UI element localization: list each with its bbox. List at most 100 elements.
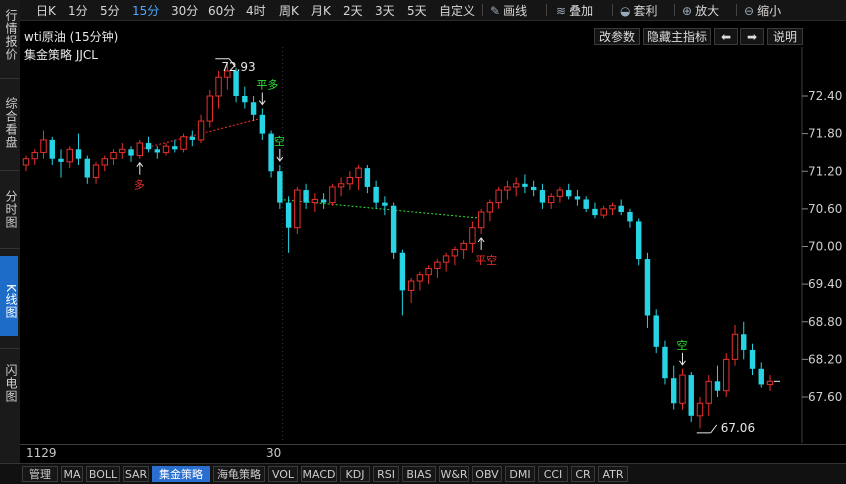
period-week[interactable]: 周K [279, 2, 299, 19]
candle-body [749, 349, 756, 369]
price-tick-label: 72.40 [808, 89, 842, 103]
candle-body [679, 374, 686, 404]
indicator-tab[interactable]: CR [571, 466, 595, 482]
candle-body [477, 211, 485, 229]
period-15min[interactable]: 15分 [132, 2, 159, 19]
candle-body [574, 196, 581, 200]
period-toolbar: 日K 1分 5分 15分 30分 60分 4时 周K 月K 2天 3天 5天 自… [20, 0, 846, 21]
period-30min[interactable]: 30分 [171, 2, 198, 19]
price-tick-label: 68.80 [808, 315, 842, 329]
period-60min[interactable]: 60分 [208, 2, 235, 19]
candle-body [31, 151, 38, 160]
indicator-tab[interactable]: RSI [373, 466, 399, 482]
candle-body [22, 158, 30, 166]
sidebar-item-kline[interactable]: K线图 [0, 256, 18, 336]
arbitrage-button[interactable]: ◒ 套利 [620, 2, 658, 19]
arbitrage-label: 套利 [633, 4, 658, 18]
candle-body [101, 158, 108, 166]
time-axis: 1129 30 [20, 444, 846, 463]
prev-indicator-button[interactable]: ⬅ [714, 28, 738, 45]
period-5day[interactable]: 5天 [407, 2, 427, 19]
indicator-tab[interactable]: BIAS [402, 466, 436, 482]
candle-body [189, 136, 196, 140]
candle-body [136, 142, 144, 157]
candle-body [522, 183, 528, 187]
candle-body [556, 189, 564, 197]
indicator-tab[interactable]: W&R [439, 466, 469, 482]
indicator-tab[interactable]: 集金策略 [152, 466, 210, 482]
help-button[interactable]: 说明 [767, 28, 803, 45]
indicator-tab[interactable]: KDJ [340, 466, 370, 482]
candle-body [303, 190, 309, 203]
toolbar-divider [546, 4, 547, 16]
indicator-tab[interactable]: DMI [505, 466, 535, 482]
time-label-start: 1129 [26, 446, 57, 460]
candle-body [364, 168, 371, 187]
candle-body [197, 120, 205, 141]
candle-body [242, 96, 248, 103]
candle-body [355, 167, 362, 179]
period-month[interactable]: 月K [311, 2, 331, 19]
candle-body [407, 280, 415, 291]
extreme-price-label: 72.93 [221, 60, 255, 74]
candle-body [399, 252, 406, 291]
indicator-tab[interactable]: 海龟策略 [213, 466, 265, 482]
indicator-tab[interactable]: CCI [538, 466, 568, 482]
time-label-day: 30 [266, 446, 282, 460]
candle-body [723, 358, 730, 392]
bag-icon: ◒ [620, 4, 631, 18]
next-indicator-button[interactable]: ➡ [740, 28, 764, 45]
candle-body [154, 149, 161, 153]
candle-body [627, 212, 633, 222]
zoom-out-button[interactable]: ⊖ 缩小 [744, 2, 781, 19]
candle-body [285, 202, 292, 228]
candle-body [714, 381, 721, 391]
sidebar-item-timeshare[interactable]: 分时图 [0, 186, 18, 232]
sidebar-item-quotes[interactable]: 行情报价 [0, 4, 18, 66]
period-custom[interactable]: 自定义 [439, 2, 475, 19]
overlay-button[interactable]: ≋ 叠加 [556, 2, 593, 19]
sidebar-item-flash[interactable]: 闪电图 [0, 360, 18, 406]
draw-line-button[interactable]: ✎ 画线 [490, 2, 527, 19]
price-tick-label: 70.00 [808, 240, 842, 254]
candle-body [547, 195, 555, 204]
period-2day[interactable]: 2天 [343, 2, 363, 19]
price-tick-label: 71.80 [808, 127, 842, 141]
kline-chart[interactable]: 72.40 71.80 71.20 70.60 70.00 69.40 68.80 68.20… [22, 47, 846, 443]
signal-label: 多 [134, 178, 145, 192]
period-3day[interactable]: 3天 [375, 2, 395, 19]
signal-label: 平多 [256, 78, 278, 92]
change-params-button[interactable]: 改参数 [594, 28, 640, 45]
indicator-tab[interactable]: ATR [598, 466, 628, 482]
indicator-tab[interactable]: BOLL [86, 466, 120, 482]
price-tick-label: 70.60 [808, 202, 842, 216]
indicator-tab[interactable]: MA [61, 466, 83, 482]
indicator-tab[interactable]: 管理 [22, 466, 58, 482]
indicator-tab[interactable]: OBV [472, 466, 502, 482]
period-day[interactable]: 日K [36, 2, 56, 19]
zoom-out-label: 缩小 [757, 4, 782, 18]
candle-body [469, 227, 476, 244]
sidebar-item-overview[interactable]: 综合看盘 [0, 92, 18, 154]
indicator-tab[interactable]: SAR [123, 466, 149, 482]
candle-body [592, 208, 598, 216]
sidebar-divider [0, 348, 20, 349]
overlay-label: 叠加 [569, 4, 594, 18]
candle-body [75, 149, 82, 159]
period-4h[interactable]: 4时 [246, 2, 266, 19]
candle-body [766, 380, 774, 385]
candle-body [215, 76, 222, 97]
price-tick-label: 71.20 [808, 164, 842, 178]
candle-body [425, 267, 432, 276]
period-1min[interactable]: 1分 [68, 2, 88, 19]
period-5min[interactable]: 5分 [100, 2, 120, 19]
candle-body [373, 186, 379, 203]
zoom-in-button[interactable]: ⊕ 放大 [682, 2, 719, 19]
candle-body [294, 189, 301, 229]
candle-body [741, 334, 747, 350]
indicator-tab[interactable]: VOL [268, 466, 298, 482]
indicator-tab[interactable]: MACD [301, 466, 337, 482]
pencil-icon: ✎ [490, 4, 501, 18]
candle-body [460, 242, 467, 251]
hide-main-indicator-button[interactable]: 隐藏主指标 [643, 28, 711, 45]
